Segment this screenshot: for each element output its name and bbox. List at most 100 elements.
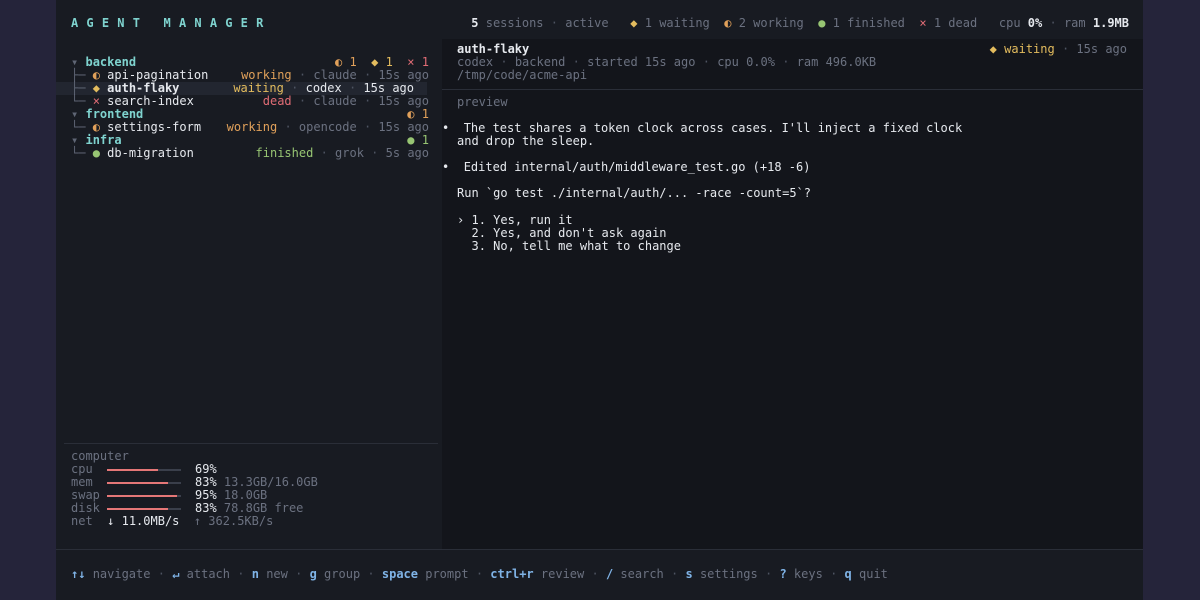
chevron-right-icon: › xyxy=(457,213,465,227)
key-action: settings xyxy=(699,567,758,581)
session-status: working xyxy=(241,68,292,82)
metric-percent: 69% xyxy=(195,462,217,476)
keybindings-footer: ↑↓ navigate · ↵ attach · n new · g group… xyxy=(71,568,888,581)
key-hint-group[interactable]: g group xyxy=(310,567,361,581)
badge-count: 1 xyxy=(385,55,393,69)
separator: · xyxy=(363,68,372,82)
metric-bar-fill xyxy=(107,495,177,497)
key-hint-settings[interactable]: s settings xyxy=(685,567,757,581)
separator: · xyxy=(157,567,165,581)
dot-icon: ● xyxy=(407,133,415,147)
metric-bar-fill xyxy=(107,508,168,510)
caret-down-icon[interactable]: ▾ xyxy=(71,133,78,147)
session-status: working xyxy=(226,120,278,134)
separator: · xyxy=(671,567,679,581)
separator: · xyxy=(764,567,773,581)
half-circle-icon: ◐ xyxy=(92,120,100,134)
net-label: net xyxy=(71,514,93,528)
separator: · xyxy=(291,81,299,95)
tree-branch: └─ xyxy=(71,120,86,134)
finished-icon: ● xyxy=(818,16,826,30)
preview-bullet-1-cont: and drop the sleep. xyxy=(457,134,595,148)
diamond-icon: ◆ xyxy=(92,81,100,95)
prompt-option-3[interactable]: 3. No, tell me what to change xyxy=(457,240,681,253)
caret-down-icon[interactable]: ▾ xyxy=(71,55,78,69)
key-hint-search[interactable]: / search xyxy=(606,567,664,581)
session-time: 15s ago xyxy=(378,68,429,82)
bullet-1-text: The test shares a token clock across cas… xyxy=(463,121,963,135)
key-hint-attach[interactable]: ↵ attach xyxy=(172,567,230,581)
session-name: db-migration xyxy=(107,146,194,160)
tree-branch: └─ xyxy=(71,94,86,108)
key-action: new xyxy=(266,567,288,581)
detail-status: ◆ waiting · 15s ago xyxy=(989,42,1127,56)
key-hint-review[interactable]: ctrl+r review xyxy=(490,567,584,581)
separator: · xyxy=(237,567,245,581)
half-circle-icon: ◐ xyxy=(92,68,100,82)
key-hint-new[interactable]: n new xyxy=(252,567,288,581)
bullet-2-text: Edited internal/auth/middleware_test.go … xyxy=(463,160,811,174)
detail-cpu: cpu 0.0% xyxy=(717,55,775,69)
option-marker xyxy=(457,226,464,240)
key-hint-quit[interactable]: q quit xyxy=(845,567,888,581)
key-name: ? xyxy=(779,567,787,581)
session-time: 15s ago xyxy=(378,120,429,134)
session-row-settings-form[interactable]: └─ ◐ settings-form working · opencode · 1… xyxy=(71,121,429,134)
metric-detail: 78.8GB free xyxy=(223,501,304,515)
cpu-value: 0% xyxy=(1027,16,1043,30)
key-hint-keys[interactable]: ? keys xyxy=(779,567,822,581)
waiting-icon: ◆ xyxy=(630,16,638,30)
separator: · xyxy=(298,94,307,108)
group-name: backend xyxy=(85,55,137,69)
diamond-icon: ◆ xyxy=(371,55,379,69)
bullet-icon: • xyxy=(442,121,450,135)
session-agent: claude xyxy=(313,94,357,108)
separator: · xyxy=(830,567,838,581)
key-hint-prompt[interactable]: space prompt xyxy=(382,567,469,581)
key-name: ↑↓ xyxy=(71,567,86,581)
key-action: navigate xyxy=(92,567,151,581)
separator: · xyxy=(363,94,372,108)
caret-down-icon[interactable]: ▾ xyxy=(71,107,78,121)
session-name: search-index xyxy=(107,94,194,108)
session-name: auth-flaky xyxy=(107,81,180,95)
separator: · xyxy=(475,567,484,581)
key-action: group xyxy=(324,567,361,581)
preview-bullet-2: • Edited internal/auth/middleware_test.g… xyxy=(442,161,810,174)
session-name: settings-form xyxy=(107,120,202,134)
cross-icon: × xyxy=(92,94,100,108)
dot-icon: ● xyxy=(92,146,100,160)
session-agent: claude xyxy=(313,68,357,82)
key-action: search xyxy=(620,567,664,581)
key-name: ↵ xyxy=(172,567,180,581)
prompt-question: Run `go test ./internal/auth/... -race -… xyxy=(457,186,812,200)
key-hint-navigate[interactable]: ↑↓ navigate xyxy=(71,567,150,581)
group-name: frontend xyxy=(85,107,144,121)
badge-count: 1 xyxy=(349,55,357,69)
option-marker xyxy=(457,239,464,253)
app-title: AGENT MANAGER xyxy=(71,16,272,30)
metric-bar-cpu xyxy=(107,469,181,471)
detail-started: started 15s ago xyxy=(587,55,696,69)
net-down: ↓ 11.0MB/s xyxy=(107,514,180,528)
badge-count: 1 xyxy=(421,133,429,147)
sessions-label: sessions xyxy=(485,16,544,30)
session-agent: opencode xyxy=(298,120,357,134)
separator: · xyxy=(320,146,328,160)
metric-bar-mem xyxy=(107,482,181,484)
tree-branch: └─ xyxy=(71,146,86,160)
dead-count: 1 dead xyxy=(933,16,978,30)
finished-count: 1 finished xyxy=(832,16,905,30)
session-label: └─ ● db-migration xyxy=(71,147,194,160)
preview-label: preview xyxy=(457,95,508,109)
session-status: finished xyxy=(255,146,314,160)
key-name: q xyxy=(844,567,852,581)
working-icon: ◐ xyxy=(724,16,732,30)
metric-bar-fill xyxy=(107,469,158,471)
badge-count: 1 xyxy=(421,107,429,121)
option-text: 2. Yes, and don't ask again xyxy=(471,226,667,240)
session-row-db-migration[interactable]: └─ ● db-migration finished · grok · 5s ag… xyxy=(71,147,429,160)
key-name: space xyxy=(381,567,418,581)
half-circle-icon: ◐ xyxy=(407,107,415,121)
detail-time: 15s ago xyxy=(1076,42,1127,56)
